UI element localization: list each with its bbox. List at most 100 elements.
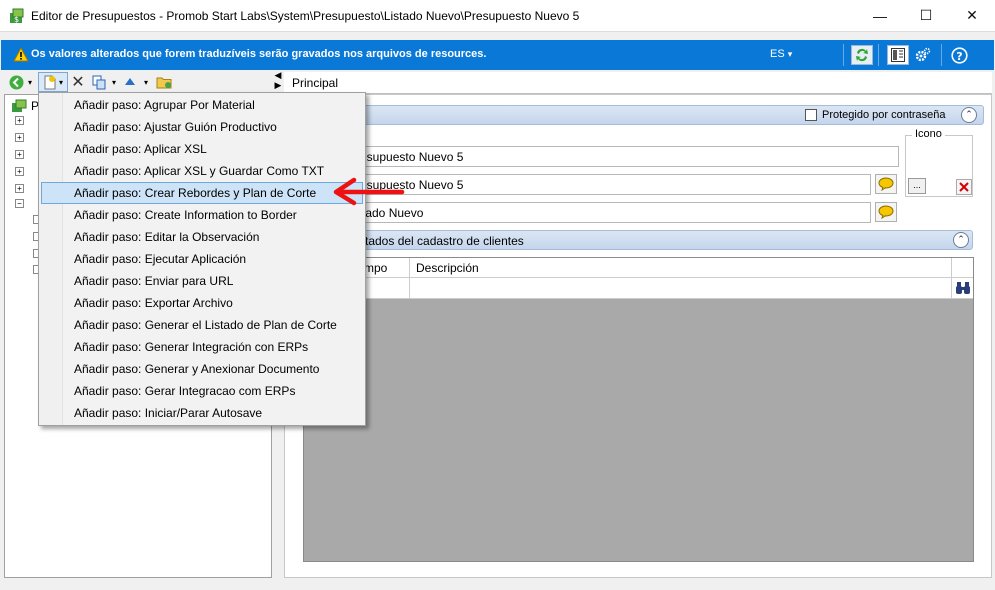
menu-item[interactable]: Añadir paso: Editar la Observación: [41, 226, 363, 248]
column-divider: [951, 278, 952, 299]
settings-button[interactable]: [913, 46, 933, 64]
tree-expand-icon[interactable]: +: [15, 150, 24, 159]
banner-message: Os valores alterados que forem traduzíve…: [31, 48, 487, 60]
warning-icon: [13, 47, 29, 62]
menu-item[interactable]: Añadir paso: Ejecutar Aplicación: [41, 248, 363, 270]
menu-item[interactable]: Añadir paso: Gerar Integracao com ERPs: [41, 380, 363, 402]
move-up-button[interactable]: [122, 72, 138, 92]
menu-item[interactable]: Añadir paso: Generar y Anexionar Documen…: [41, 358, 363, 380]
language-selector[interactable]: ES ▾: [770, 48, 792, 60]
tree-expand-icon[interactable]: +: [15, 184, 24, 193]
tree-expand-icon[interactable]: +: [15, 133, 24, 142]
refresh-icon: [856, 48, 868, 62]
tree-toolbar: ▾ ▾ ✕ ▾ ▾: [4, 72, 272, 94]
chevron-down-icon: ▾: [58, 77, 63, 87]
translate-button[interactable]: [875, 174, 897, 194]
menu-item[interactable]: Añadir paso: Generar Integración con ERP…: [41, 336, 363, 358]
triangle-left-icon: ◀: [274, 70, 282, 80]
add-step-menu: Añadir paso: Agrupar Por Material Añadir …: [38, 92, 366, 426]
refresh-button[interactable]: [851, 45, 873, 65]
language-label: ES: [770, 48, 785, 60]
annotation-arrow: [333, 177, 405, 206]
copy-dropdown[interactable]: ▾: [110, 72, 118, 92]
banner-divider: [843, 44, 844, 66]
clients-group-header: licitados del cadastro de clientes ⌃: [290, 230, 973, 250]
add-step-button[interactable]: ▾: [38, 72, 68, 92]
status-field[interactable]: stado Nuevo: [351, 202, 871, 223]
open-folder-button[interactable]: [154, 72, 174, 92]
icon-label: Icono: [912, 128, 945, 140]
minimize-button[interactable]: —: [857, 0, 903, 31]
column-divider: [409, 258, 410, 278]
chevron-down-icon: ▾: [111, 77, 116, 87]
new-document-icon: [44, 75, 56, 89]
tree-expand-icon[interactable]: +: [15, 167, 24, 176]
layout-button[interactable]: [887, 45, 909, 65]
principal-panel: Protegido por contraseña ⌃ Icono ... res…: [284, 94, 992, 578]
grid-header: mpo Descripción: [304, 258, 973, 278]
icon-browse-button[interactable]: ...: [908, 178, 926, 194]
description-field[interactable]: resupuesto Nuevo 5: [351, 174, 871, 195]
layout-icon: [891, 48, 905, 62]
tree-collapse-icon[interactable]: −: [15, 199, 24, 208]
app-icon: $: [10, 8, 24, 24]
chevron-down-icon: ▾: [787, 49, 793, 59]
clients-group-title: licitados del cadastro de clientes: [351, 234, 524, 248]
collapse-icon[interactable]: ⌃: [953, 232, 969, 248]
splitter-toggle[interactable]: ◀ ▶: [272, 70, 284, 92]
remove-icon[interactable]: [956, 179, 972, 195]
column-divider: [951, 258, 952, 278]
help-button[interactable]: ?: [949, 46, 969, 64]
menu-item[interactable]: Añadir paso: Aplicar XSL: [41, 138, 363, 160]
back-arrow-icon: [9, 75, 23, 89]
banner-divider: [941, 44, 942, 66]
column-campo[interactable]: mpo: [364, 261, 387, 275]
menu-item[interactable]: Añadir paso: Crear Rebordes y Plan de Co…: [41, 182, 363, 204]
folder-icon: [156, 77, 171, 88]
binoculars-icon[interactable]: [955, 281, 971, 295]
tab-strip: Principal: [284, 72, 992, 94]
speech-bubble-icon: [878, 205, 894, 219]
menu-item[interactable]: Añadir paso: Aplicar XSL y Guardar Como …: [41, 160, 363, 182]
close-button[interactable]: ✕: [949, 0, 995, 31]
column-descripcion[interactable]: Descripción: [416, 261, 479, 275]
tab-principal[interactable]: Principal: [292, 76, 338, 90]
table-row[interactable]: [304, 278, 973, 299]
tree-root-icon: [12, 99, 27, 112]
banner-divider: [878, 44, 879, 66]
general-group-header: Protegido por contraseña ⌃: [290, 105, 984, 125]
name-field[interactable]: resupuesto Nuevo 5: [351, 146, 899, 167]
delete-button[interactable]: ✕: [70, 72, 86, 92]
menu-item[interactable]: Añadir paso: Iniciar/Parar Autosave: [41, 402, 363, 424]
help-icon: ?: [950, 46, 968, 64]
move-dropdown[interactable]: ▾: [142, 72, 150, 92]
menu-item[interactable]: Añadir paso: Enviar para URL: [41, 270, 363, 292]
menu-item[interactable]: Añadir paso: Agrupar Por Material: [41, 94, 363, 116]
column-divider: [409, 278, 410, 299]
back-dropdown[interactable]: ▾: [26, 72, 34, 92]
menu-item[interactable]: Añadir paso: Create Information to Borde…: [41, 204, 363, 226]
warning-banner: Os valores alterados que forem traduzíve…: [1, 40, 994, 70]
icon-groupbox: Icono ...: [905, 128, 973, 197]
menu-item[interactable]: Añadir paso: Generar el Listado de Plan …: [41, 314, 363, 336]
translate-button[interactable]: [875, 202, 897, 222]
triangle-right-icon: ▶: [274, 80, 282, 90]
gear-icon: [915, 47, 931, 62]
collapse-icon[interactable]: ⌃: [961, 107, 977, 123]
chevron-down-icon: ▾: [27, 77, 32, 87]
copy-icon: [92, 75, 105, 89]
up-arrow-icon: [125, 78, 135, 85]
copy-button[interactable]: [90, 72, 108, 92]
title-bar: $ Editor de Presupuestos - Promob Start …: [0, 0, 995, 32]
menu-item[interactable]: Añadir paso: Exportar Archivo: [41, 292, 363, 314]
back-button[interactable]: [8, 72, 24, 92]
protected-checkbox[interactable]: [805, 109, 817, 121]
speech-bubble-icon: [878, 177, 894, 191]
maximize-button[interactable]: ☐: [903, 0, 949, 31]
menu-item[interactable]: Añadir paso: Ajustar Guión Productivo: [41, 116, 363, 138]
tree-expand-icon[interactable]: +: [15, 116, 24, 125]
clients-grid[interactable]: mpo Descripción: [303, 257, 974, 562]
window-title: Editor de Presupuestos - Promob Start La…: [31, 9, 580, 23]
svg-text:$: $: [14, 15, 19, 24]
delete-x-icon: ✕: [71, 74, 85, 91]
